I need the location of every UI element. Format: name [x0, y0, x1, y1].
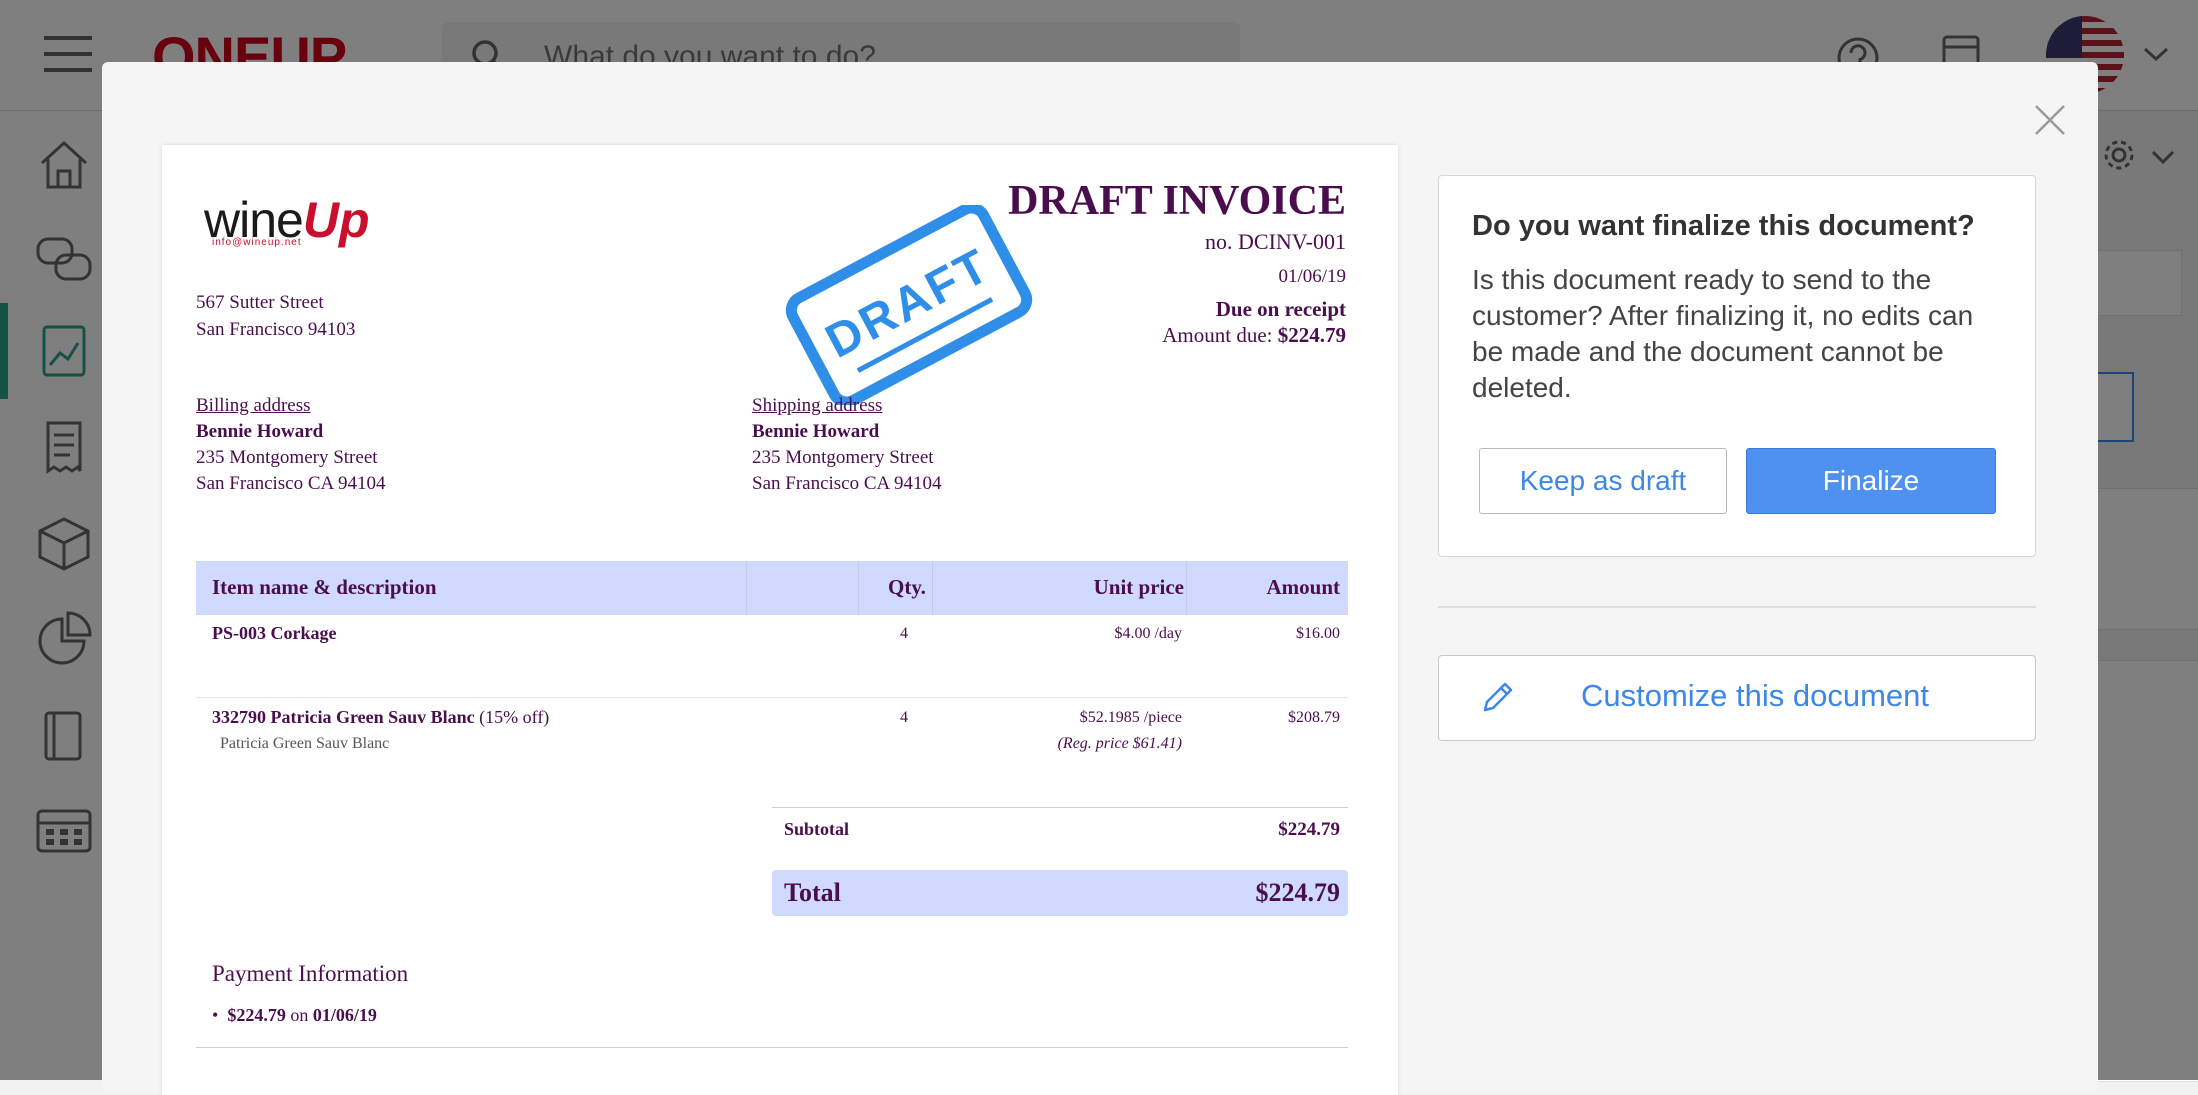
invoice-title: DRAFT INVOICE: [1008, 178, 1346, 224]
draft-stamp-text: DRAFT: [817, 239, 999, 369]
amount-due-label: Amount due:: [1162, 323, 1278, 347]
item-amount: $208.79: [1288, 709, 1340, 726]
item-name: PS-003 Corkage: [212, 623, 337, 643]
item-qty: 4: [900, 709, 908, 726]
subtotal-label: Subtotal: [784, 819, 850, 839]
address-line: San Francisco 94103: [196, 319, 356, 340]
item-discount: (15% off): [474, 707, 550, 727]
item-unit-price: $52.1985 /piece: [1079, 709, 1182, 726]
payment-on: on: [285, 1005, 313, 1025]
invoice-preview: wineUp info@wineup.net 567 Sutter Street…: [162, 145, 1398, 1095]
invoice-date: 01/06/19: [1278, 266, 1346, 287]
logo-text-b: Up: [302, 192, 370, 248]
col-qty: Qty.: [888, 575, 926, 599]
company-address: 567 Sutter Street San Francisco 94103: [196, 289, 355, 343]
item-description: Patricia Green Sauv Blanc: [220, 735, 390, 752]
billing-street: 235 Montgomery Street: [196, 447, 378, 468]
item-unit-price: $4.00 /day: [1114, 625, 1182, 642]
column-divider: [746, 561, 747, 615]
total-value: $224.79: [1255, 878, 1341, 907]
payment-entry: • $224.79 on 01/06/19: [212, 1005, 377, 1026]
item-title: 332790 Patricia Green Sauv Blanc: [212, 707, 475, 727]
keep-as-draft-button[interactable]: Keep as draft: [1479, 448, 1727, 514]
column-divider: [1186, 561, 1187, 615]
shipping-street: 235 Montgomery Street: [752, 447, 934, 468]
item-regular-price: (Reg. price $61.41): [1057, 735, 1182, 752]
customize-document-button[interactable]: Customize this document: [1438, 655, 2036, 741]
items-table-header: Item name & description Qty. Unit price …: [196, 561, 1348, 615]
shipping-address: Shipping address Bennie Howard 235 Montg…: [752, 393, 941, 497]
finalize-confirm-card: Do you want finalize this document? Is t…: [1438, 175, 2036, 557]
panel-divider: [1438, 606, 2036, 608]
payment-date: 01/06/19: [312, 1005, 377, 1025]
item-qty: 4: [900, 625, 908, 642]
column-divider: [858, 561, 859, 615]
payment-info-title: Payment Information: [212, 961, 409, 986]
col-amount: Amount: [1266, 575, 1340, 599]
billing-address: Billing address Bennie Howard 235 Montgo…: [196, 393, 385, 497]
confirm-title: Do you want finalize this document?: [1472, 210, 1975, 242]
close-icon[interactable]: [2032, 102, 2068, 138]
total-label: Total: [784, 878, 841, 907]
item-name: 332790 Patricia Green Sauv Blanc (15% of…: [212, 707, 549, 728]
amount-due: Amount due: $224.79: [1162, 323, 1346, 348]
billing-address-label: Billing address: [196, 395, 311, 416]
shipping-name: Bennie Howard: [752, 421, 880, 442]
billing-name: Bennie Howard: [196, 421, 324, 442]
row-divider: [196, 697, 1348, 698]
finalize-button[interactable]: Finalize: [1746, 448, 1996, 514]
address-line: 567 Sutter Street: [196, 292, 324, 313]
confirm-message: Is this document ready to send to the cu…: [1472, 264, 1974, 403]
col-item: Item name & description: [212, 575, 437, 599]
shipping-city: San Francisco CA 94104: [752, 473, 942, 494]
customize-label: Customize this document: [1580, 678, 1930, 713]
payment-amount: $224.79: [227, 1005, 286, 1025]
company-email: info@wineup.net: [212, 237, 302, 248]
amount-due-value: $224.79: [1277, 323, 1346, 347]
column-divider: [932, 561, 933, 615]
item-amount: $16.00: [1296, 625, 1340, 642]
subtotal-value: $224.79: [1278, 819, 1340, 840]
shipping-address-label: Shipping address: [752, 395, 883, 416]
total-row: Total $224.79: [772, 870, 1348, 916]
subtotal-divider: [772, 807, 1348, 808]
draft-stamp: DRAFT: [774, 205, 1044, 405]
bullet: •: [212, 1005, 228, 1025]
invoice-number: no. DCINV-001: [1205, 229, 1346, 254]
payment-divider: [196, 1047, 1348, 1048]
billing-city: San Francisco CA 94104: [196, 473, 386, 494]
payment-terms: Due on receipt: [1215, 297, 1346, 321]
col-unit-price: Unit price: [1093, 575, 1184, 599]
